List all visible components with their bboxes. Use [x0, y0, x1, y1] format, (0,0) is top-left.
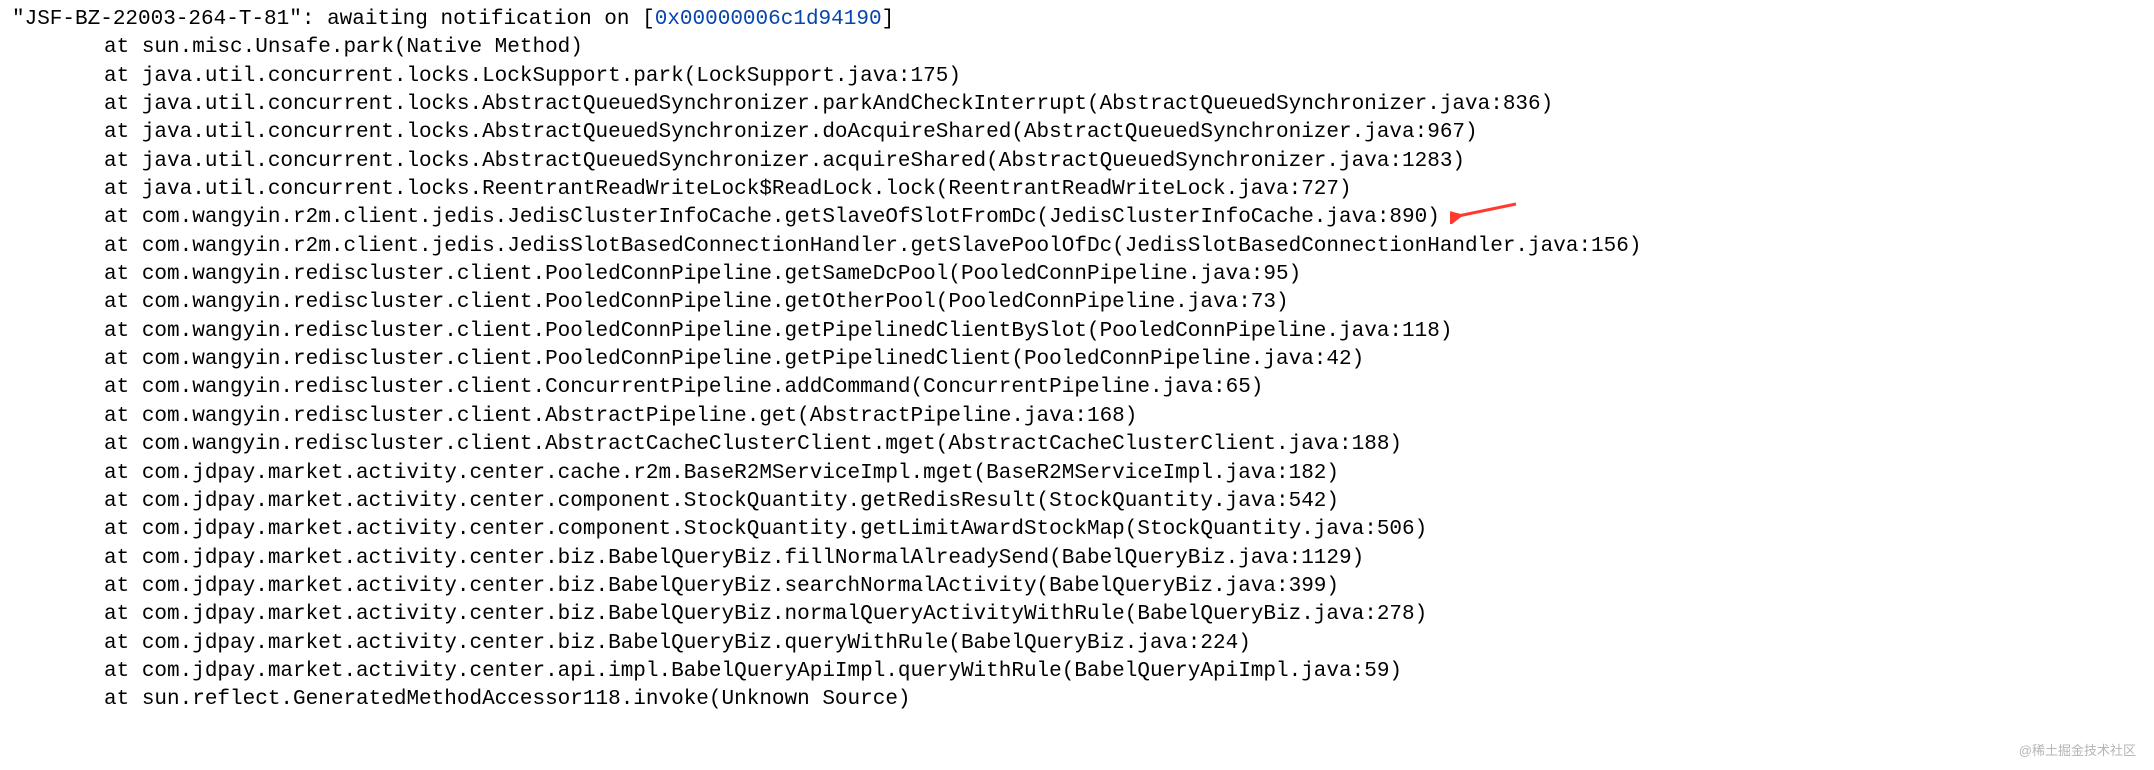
- stack-frame-text: com.jdpay.market.activity.center.biz.Bab…: [142, 603, 1427, 626]
- at-keyword: at: [104, 632, 142, 655]
- stack-frame-text: com.wangyin.rediscluster.client.Concurre…: [142, 376, 1264, 399]
- stack-frame-text: java.util.concurrent.locks.AbstractQueue…: [142, 93, 1553, 116]
- at-keyword: at: [104, 178, 142, 201]
- stack-frame: at com.wangyin.rediscluster.client.Poole…: [104, 318, 2142, 346]
- at-keyword: at: [104, 263, 142, 286]
- stack-frame-text: java.util.concurrent.locks.LockSupport.p…: [142, 65, 961, 88]
- at-keyword: at: [104, 348, 142, 371]
- at-keyword: at: [104, 660, 142, 683]
- stack-frame-text: sun.misc.Unsafe.park(Native Method): [142, 36, 583, 59]
- stack-frame-text: com.wangyin.rediscluster.client.Abstract…: [142, 433, 1402, 456]
- stack-frame-text: com.jdpay.market.activity.center.api.imp…: [142, 660, 1402, 683]
- stack-frame: at com.wangyin.rediscluster.client.Abstr…: [104, 431, 2142, 459]
- stack-frame-text: com.jdpay.market.activity.center.biz.Bab…: [142, 575, 1339, 598]
- thread-header: "JSF-BZ-22003-264-T-81": awaiting notifi…: [12, 6, 2142, 34]
- at-keyword: at: [104, 65, 142, 88]
- stack-frame: at com.wangyin.rediscluster.client.Poole…: [104, 289, 2142, 317]
- at-keyword: at: [104, 93, 142, 116]
- at-keyword: at: [104, 603, 142, 626]
- at-keyword: at: [104, 518, 142, 541]
- stack-frame-text: java.util.concurrent.locks.AbstractQueue…: [142, 150, 1465, 173]
- stack-frame: at com.jdpay.market.activity.center.biz.…: [104, 545, 2142, 573]
- at-keyword: at: [104, 206, 142, 229]
- stack-frame: at java.util.concurrent.locks.AbstractQu…: [104, 148, 2142, 176]
- at-keyword: at: [104, 320, 142, 343]
- at-keyword: at: [104, 547, 142, 570]
- stack-frame: at java.util.concurrent.locks.AbstractQu…: [104, 119, 2142, 147]
- at-keyword: at: [104, 688, 142, 711]
- stack-frame: at com.jdpay.market.activity.center.api.…: [104, 658, 2142, 686]
- stack-trace: at sun.misc.Unsafe.park(Native Method)at…: [12, 34, 2142, 714]
- stack-frame-text: com.jdpay.market.activity.center.cache.r…: [142, 462, 1339, 485]
- stack-frame-text: com.wangyin.rediscluster.client.PooledCo…: [142, 348, 1364, 371]
- at-keyword: at: [104, 376, 142, 399]
- at-keyword: at: [104, 433, 142, 456]
- stack-frame-text: java.util.concurrent.locks.AbstractQueue…: [142, 121, 1478, 144]
- watermark: @稀土掘金技术社区: [2019, 742, 2136, 760]
- stack-frame: at java.util.concurrent.locks.ReentrantR…: [104, 176, 2142, 204]
- stack-frame: at java.util.concurrent.locks.AbstractQu…: [104, 91, 2142, 119]
- stack-frame-text: com.wangyin.r2m.client.jedis.JedisSlotBa…: [142, 235, 1642, 258]
- stack-frame: at com.wangyin.rediscluster.client.Concu…: [104, 374, 2142, 402]
- stack-frame-text: com.jdpay.market.activity.center.biz.Bab…: [142, 547, 1364, 570]
- stack-frame: at com.wangyin.r2m.client.jedis.JedisSlo…: [104, 233, 2142, 261]
- stack-frame-text: com.wangyin.rediscluster.client.PooledCo…: [142, 291, 1289, 314]
- stack-frame-text: com.wangyin.r2m.client.jedis.JedisCluste…: [142, 206, 1440, 229]
- stack-frame-text: com.jdpay.market.activity.center.biz.Bab…: [142, 632, 1251, 655]
- at-keyword: at: [104, 121, 142, 144]
- stack-frame-text: com.jdpay.market.activity.center.compone…: [142, 490, 1339, 513]
- stack-frame: at com.wangyin.rediscluster.client.Poole…: [104, 346, 2142, 374]
- at-keyword: at: [104, 490, 142, 513]
- at-keyword: at: [104, 575, 142, 598]
- monitor-address: 0x00000006c1d94190: [655, 8, 882, 31]
- stack-frame: at com.jdpay.market.activity.center.cach…: [104, 460, 2142, 488]
- stack-frame-text: sun.reflect.GeneratedMethodAccessor118.i…: [142, 688, 911, 711]
- stack-frame-text: java.util.concurrent.locks.ReentrantRead…: [142, 178, 1352, 201]
- stack-frame: at com.wangyin.rediscluster.client.Abstr…: [104, 403, 2142, 431]
- at-keyword: at: [104, 291, 142, 314]
- at-keyword: at: [104, 462, 142, 485]
- thread-status-suffix: ]: [882, 8, 895, 31]
- stack-frame: at com.jdpay.market.activity.center.comp…: [104, 488, 2142, 516]
- stack-frame: at com.jdpay.market.activity.center.biz.…: [104, 573, 2142, 601]
- thread-name: "JSF-BZ-22003-264-T-81": [12, 8, 302, 31]
- stack-frame: at com.jdpay.market.activity.center.comp…: [104, 516, 2142, 544]
- stack-frame-text: com.wangyin.rediscluster.client.PooledCo…: [142, 263, 1301, 286]
- stack-frame-text: com.wangyin.rediscluster.client.Abstract…: [142, 405, 1138, 428]
- at-keyword: at: [104, 405, 142, 428]
- stack-frame: at com.wangyin.rediscluster.client.Poole…: [104, 261, 2142, 289]
- at-keyword: at: [104, 150, 142, 173]
- stack-frame-text: com.jdpay.market.activity.center.compone…: [142, 518, 1427, 541]
- stack-frame: at sun.reflect.GeneratedMethodAccessor11…: [104, 686, 2142, 714]
- stack-frame: at com.wangyin.r2m.client.jedis.JedisClu…: [104, 204, 2142, 232]
- stack-frame: at com.jdpay.market.activity.center.biz.…: [104, 630, 2142, 658]
- at-keyword: at: [104, 235, 142, 258]
- stack-frame: at java.util.concurrent.locks.LockSuppor…: [104, 63, 2142, 91]
- stack-frame: at com.jdpay.market.activity.center.biz.…: [104, 601, 2142, 629]
- at-keyword: at: [104, 36, 142, 59]
- stack-frame-text: com.wangyin.rediscluster.client.PooledCo…: [142, 320, 1453, 343]
- thread-status-prefix: : awaiting notification on [: [302, 8, 655, 31]
- stack-frame: at sun.misc.Unsafe.park(Native Method): [104, 34, 2142, 62]
